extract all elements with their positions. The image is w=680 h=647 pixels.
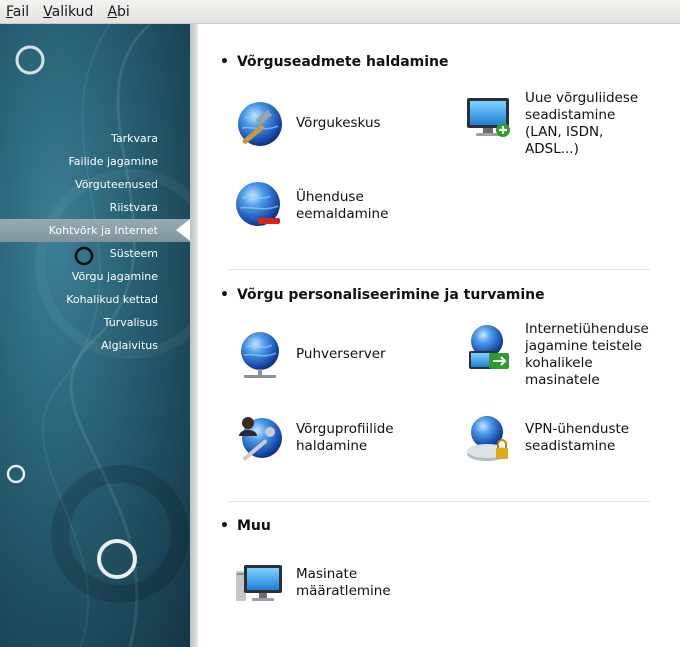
tool-remove-connection[interactable]: Ühenduse eemaldamine [234, 180, 388, 232]
deco-ring-top [15, 45, 45, 75]
sidebar-item-security[interactable]: Turvalisus [0, 311, 190, 334]
menu-file[interactable]: Fail [6, 4, 29, 20]
section-divider [228, 501, 650, 502]
deco-ring-small [6, 464, 26, 484]
tool-vpn[interactable]: VPN-ühenduste seadistamine [463, 412, 629, 464]
main-panel: • Võrguseadmete haldamine Võrgukeskus Uue… [198, 24, 680, 647]
menu-help[interactable]: Abi [107, 4, 129, 20]
sidebar-item-local-disks[interactable]: Kohalikud kettad [0, 288, 190, 311]
tool-proxy[interactable]: Puhverserver [234, 329, 386, 381]
remove-connection-icon [236, 182, 280, 226]
section-title-other: • Muu [220, 518, 271, 534]
section-title-personalization: • Võrgu personaliseerimine ja turvamine [220, 287, 545, 303]
sidebar-item-network-sharing[interactable]: Võrgu jagamine [0, 265, 190, 288]
tool-network-center[interactable]: Võrgukeskus [234, 98, 381, 150]
share-connection-icon [469, 325, 509, 369]
network-center-icon [238, 102, 282, 146]
tool-network-profiles[interactable]: Võrguprofiilide haldamine [234, 412, 394, 464]
new-interface-icon [467, 98, 510, 137]
tool-new-interface[interactable]: Uue võrguliidese seadistamine (LAN, ISDN… [463, 90, 638, 158]
sidebar-item-file-sharing[interactable]: Failide jagamine [0, 150, 190, 173]
tool-share-connection[interactable]: Internetiühenduse jagamine teistele koha… [463, 321, 649, 389]
sidebar-item-boot[interactable]: Alglaivitus [0, 334, 190, 357]
menu-options[interactable]: Valikud [43, 4, 93, 20]
sidebar-item-software[interactable]: Tarkvara [0, 127, 190, 150]
sidebar: Tarkvara Failide jagamine Võrguteenused … [0, 24, 190, 647]
sidebar-item-network-services[interactable]: Võrguteenused [0, 173, 190, 196]
tool-hosts[interactable]: Masinate määratlemine [234, 557, 391, 609]
vpn-icon [467, 416, 508, 461]
sidebar-item-system[interactable]: Süsteem [0, 242, 190, 265]
hosts-icon [236, 565, 282, 601]
sidebar-item-network-internet[interactable]: Kohtvõrk ja Internet [0, 219, 190, 242]
network-profiles-icon [239, 417, 282, 461]
sidebar-item-hardware[interactable]: Riistvara [0, 196, 190, 219]
deco-ring-bottom [97, 539, 137, 579]
section-title-devices: • Võrguseadmete haldamine [220, 54, 449, 70]
menu-bar: Fail Valikud Abi [0, 0, 680, 24]
proxy-icon [241, 332, 279, 378]
sidebar-separator [190, 24, 198, 647]
section-divider [228, 269, 650, 270]
category-list: Tarkvara Failide jagamine Võrguteenused … [0, 127, 190, 357]
